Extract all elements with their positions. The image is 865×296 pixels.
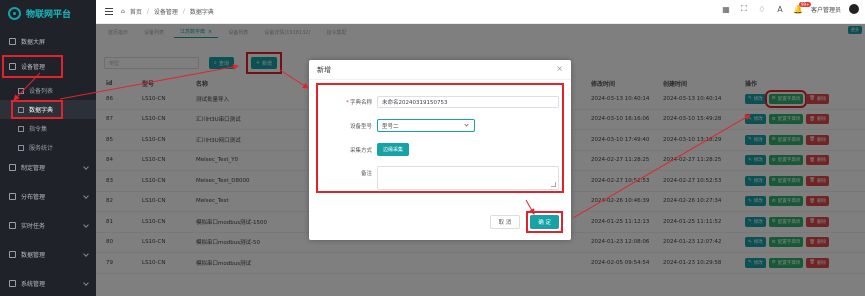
- breadcrumb-separator: /: [146, 8, 149, 15]
- device-icon: [9, 63, 16, 70]
- chevron-down-icon: [83, 251, 89, 257]
- close-icon[interactable]: ×: [556, 64, 563, 73]
- breadcrumb-device[interactable]: 设备管理: [154, 7, 178, 16]
- sidebar-item-command-set[interactable]: 指令集: [0, 119, 96, 138]
- stats-icon: [18, 144, 24, 151]
- sidebar-item-data-management[interactable]: 数据管理: [0, 244, 96, 265]
- breadcrumb: ⌂ 首页 / 设备管理 / 数据字典: [121, 7, 214, 16]
- chevron-down-icon: [464, 122, 469, 127]
- task-icon: [9, 222, 16, 229]
- chevron-down-icon: [83, 222, 89, 228]
- data-icon: [9, 251, 16, 258]
- sidebar-item-realtime-tasks[interactable]: 实时任务: [0, 215, 96, 236]
- remark-textarea[interactable]: [377, 166, 559, 190]
- sidebar-item-system-management[interactable]: 系统管理: [0, 273, 96, 294]
- list-icon: [18, 87, 24, 94]
- shirt-icon[interactable]: ♢: [757, 4, 767, 14]
- sidebar-item-device-list[interactable]: 设备列表: [0, 81, 96, 100]
- avatar[interactable]: [849, 4, 859, 14]
- logo: 物联网平台: [0, 0, 96, 27]
- qrcode-icon[interactable]: ▦: [721, 4, 731, 14]
- edge-collect-option[interactable]: 边缘采集: [377, 143, 410, 156]
- field-remark-label: 备注: [360, 171, 372, 177]
- sidebar-item-dashboard[interactable]: 数据大屏: [0, 31, 96, 52]
- chevron-down-icon: [83, 193, 89, 199]
- distribution-icon: [9, 193, 16, 200]
- field-name-row: *字典名称 未命名20240319150753: [309, 96, 559, 108]
- dashboard-icon: [9, 38, 16, 45]
- sidebar-item-device-management[interactable]: 设备管理: [2, 55, 63, 78]
- field-model-label: 设备型号: [349, 123, 372, 130]
- field-name-label: *字典名称: [346, 100, 372, 106]
- dialog-title: 新增: [309, 60, 571, 80]
- confirm-button[interactable]: 确 定: [530, 215, 559, 229]
- device-model-select[interactable]: 型号二: [377, 119, 475, 132]
- logo-text: 物联网平台: [26, 10, 72, 20]
- add-dictionary-dialog: 新增 × *字典名称 未命名20240319150753 设备型号 型号二 采集…: [309, 60, 571, 240]
- notification-badge: 99+: [798, 2, 812, 7]
- field-mode-label: 采集方式: [349, 147, 372, 154]
- menu-toggle-icon[interactable]: [105, 8, 113, 15]
- dialog-footer: 取 消 确 定: [489, 211, 563, 233]
- fullscreen-icon[interactable]: ⛶: [739, 4, 749, 14]
- chevron-down-icon: [83, 280, 89, 286]
- dictionary-highlight: [11, 100, 63, 119]
- sidebar-item-config-management[interactable]: 制定管理: [0, 157, 96, 178]
- field-mode-row: 采集方式 边缘采集: [309, 143, 410, 156]
- field-model-row: 设备型号 型号二: [309, 119, 475, 132]
- chevron-down-icon: [83, 164, 89, 170]
- system-icon: [9, 280, 16, 287]
- breadcrumb-separator: /: [182, 8, 185, 15]
- top-right-tools: ▦ ⛶ ♢ A 🔔 99+ 客户管理员: [721, 2, 859, 14]
- sidebar-item-distribution[interactable]: 分布管理: [0, 186, 96, 207]
- top-bar: ⌂ 首页 / 设备管理 / 数据字典 ▦ ⛶ ♢ A 🔔 99+ 客户管理员: [96, 0, 865, 24]
- home-icon: ⌂: [121, 8, 125, 15]
- command-icon: [18, 125, 24, 132]
- sidebar-item-data-dictionary[interactable]: 数据字典: [0, 100, 96, 119]
- dictionary-name-input[interactable]: 未命名20240319150753: [377, 96, 559, 108]
- ok-button-highlight: 确 定: [526, 211, 563, 233]
- cancel-button[interactable]: 取 消: [489, 215, 521, 229]
- user-name[interactable]: 客户管理员: [811, 5, 841, 14]
- sidebar: 物联网平台 数据大屏 设备管理 设备列表 数据字典 指令集 服务统计 制定管理 …: [0, 0, 96, 296]
- breadcrumb-current: 数据字典: [189, 9, 214, 16]
- sidebar-item-service-stats[interactable]: 服务统计: [0, 138, 96, 157]
- breadcrumb-home[interactable]: 首页: [130, 7, 142, 16]
- logo-icon: [8, 7, 21, 20]
- sidebar-menu: 数据大屏 设备管理 设备列表 数据字典 指令集 服务统计 制定管理 分布管理 实…: [0, 31, 96, 294]
- config-icon: [9, 164, 16, 171]
- translate-icon[interactable]: A: [775, 4, 785, 14]
- field-remark-row: 备注: [309, 166, 559, 190]
- bell-icon[interactable]: 🔔 99+: [793, 2, 812, 14]
